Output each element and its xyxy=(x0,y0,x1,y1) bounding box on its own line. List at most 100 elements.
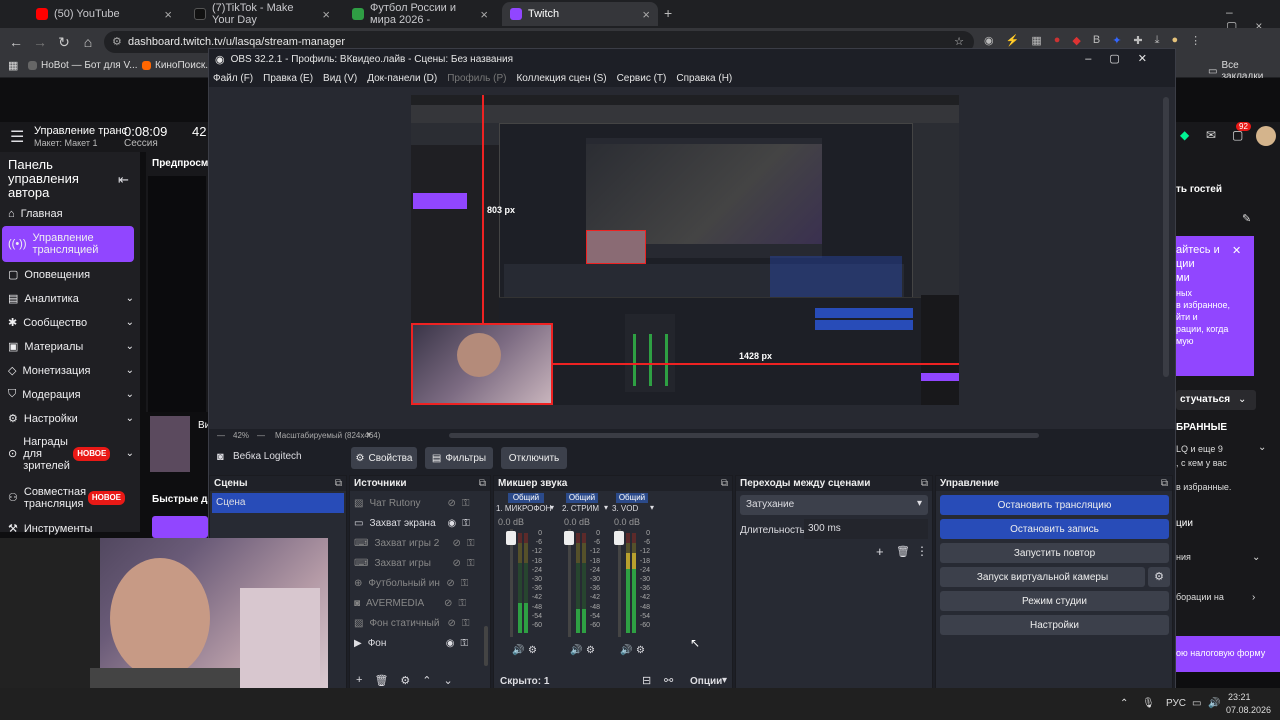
undock-icon[interactable]: ⧉ xyxy=(721,478,728,489)
eye-hidden-icon[interactable]: ⊘ xyxy=(452,558,460,569)
tab-youtube[interactable]: (50) YouTube × xyxy=(28,2,180,26)
extension-icon[interactable]: ▦ xyxy=(1031,34,1041,47)
chevron-down-icon[interactable]: ▾ xyxy=(367,430,371,439)
volume-slider-handle[interactable] xyxy=(506,531,516,545)
start-replay-button[interactable]: Запустить повтор xyxy=(940,543,1169,563)
volume-slider-handle[interactable] xyxy=(564,531,574,545)
dropdown-icon[interactable]: ▾ xyxy=(604,503,608,512)
hamburger-menu-icon[interactable]: ☰ xyxy=(10,127,24,147)
settings-button[interactable]: Настройки xyxy=(940,615,1169,635)
sidebar-item-moderation[interactable]: ⛉ Модерация ⌄ xyxy=(8,388,134,401)
tab-football[interactable]: Футбол России и мира 2026 - × xyxy=(344,2,496,26)
menu-scene-collection[interactable]: Коллекция сцен (S) xyxy=(516,73,606,84)
extension-icon[interactable]: B xyxy=(1093,34,1100,47)
scene-item[interactable]: Сцена xyxy=(212,493,344,513)
eye-hidden-icon[interactable]: ⊘ xyxy=(446,578,454,589)
volume-slider-track[interactable] xyxy=(618,529,621,637)
clock-date[interactable]: 07.08.2026 xyxy=(1226,705,1271,715)
properties-button[interactable]: ⚙ Свойства xyxy=(351,447,417,469)
lock-icon[interactable]: ⚿ xyxy=(458,598,466,609)
edit-icon[interactable]: ✎ xyxy=(1242,212,1251,225)
sources-scrollbar[interactable] xyxy=(484,626,488,666)
chevron-right-icon[interactable]: › xyxy=(1252,592,1255,603)
link-icon[interactable]: ⚯ xyxy=(664,674,673,687)
eye-hidden-icon[interactable]: ⊘ xyxy=(452,538,460,549)
eye-icon[interactable]: ◉ xyxy=(446,638,455,649)
transition-select[interactable]: Затухание ▾ xyxy=(740,495,928,515)
extension-icon[interactable]: ◆ xyxy=(1072,34,1080,47)
gear-icon[interactable]: ⚙ xyxy=(528,645,537,656)
menu-edit[interactable]: Правка (E) xyxy=(263,73,313,84)
eye-hidden-icon[interactable]: ⊘ xyxy=(444,598,452,609)
eye-hidden-icon[interactable]: ⊘ xyxy=(447,498,455,509)
lock-icon[interactable]: ⚿ xyxy=(460,638,468,649)
source-item[interactable]: ▶ Фон ◉ ⚿ xyxy=(354,633,480,653)
sidebar-item-stream-manager[interactable]: ((•)) Управление трансляцией xyxy=(2,226,134,262)
trash-icon[interactable]: 🗑 xyxy=(374,674,388,687)
speaker-icon[interactable]: 🔊 xyxy=(512,645,524,656)
sidebar-item-home[interactable]: ⌂ Главная xyxy=(8,208,134,220)
eye-icon[interactable]: ◉ xyxy=(447,518,456,529)
source-item[interactable]: ⊕ Футбольный ин ⊘ ⚿ xyxy=(354,573,480,593)
start-virtual-camera-button[interactable]: Запуск виртуальной камеры xyxy=(940,567,1145,587)
download-icon[interactable]: ⤓ xyxy=(1155,34,1160,47)
gear-icon[interactable]: ⚙ xyxy=(636,645,645,656)
sidebar-item-monetization[interactable]: ◇ Монетизация ⌄ xyxy=(8,364,134,378)
sidebar-item-tools[interactable]: ⚒ Инструменты xyxy=(8,522,134,536)
speaker-icon[interactable]: 🔊 xyxy=(620,645,632,656)
horizontal-scrollbar[interactable] xyxy=(449,433,1039,438)
undock-icon[interactable]: ⧉ xyxy=(335,478,342,489)
menu-profile[interactable]: Профиль (P) xyxy=(447,73,506,84)
bookmark-kinopoisk[interactable]: КиноПоиск.ru xyxy=(142,60,217,71)
clock-time[interactable]: 23:21 xyxy=(1228,692,1251,702)
extension-icon[interactable]: ⚡ xyxy=(1006,34,1020,47)
microphone-icon[interactable]: 🎙 xyxy=(1142,698,1155,709)
close-icon[interactable]: × xyxy=(322,7,330,22)
apps-icon[interactable]: ▦ xyxy=(8,59,18,72)
undock-icon[interactable]: ⧉ xyxy=(479,478,486,489)
lock-icon[interactable]: ⚿ xyxy=(467,558,475,569)
menu-file[interactable]: Файл (F) xyxy=(213,73,253,84)
channel-name[interactable]: 1. МИКРОФОН xyxy=(496,504,551,513)
tab-tiktok[interactable]: (7)TikTok - Make Your Day × xyxy=(186,2,338,26)
channel-name[interactable]: 3. VOD xyxy=(612,504,638,513)
more-icon[interactable]: ⋮ xyxy=(916,544,928,558)
extension-icon[interactable]: ● xyxy=(1054,34,1061,47)
deactivate-button[interactable]: Отключить xyxy=(501,447,567,469)
menu-icon[interactable]: ⋮ xyxy=(1190,34,1201,47)
trash-icon[interactable]: 🗑 xyxy=(896,545,910,558)
options-button[interactable]: Опции xyxy=(690,676,722,687)
site-info-icon[interactable]: ⚙ xyxy=(112,31,122,53)
close-icon[interactable]: × xyxy=(480,7,488,22)
preview-scrollbar[interactable] xyxy=(1163,97,1169,377)
undock-icon[interactable]: ⧉ xyxy=(921,478,928,489)
bits-icon[interactable]: ◆ xyxy=(1180,128,1189,142)
chevron-down-icon[interactable]: ▾ xyxy=(722,675,727,686)
chevron-down-icon[interactable]: ⌄ xyxy=(1258,442,1266,453)
obs-window-controls[interactable]: –▢✕ xyxy=(1085,52,1165,65)
sidebar-item-alerts[interactable]: ▢ Оповещения xyxy=(8,268,134,282)
bookmark-hobot[interactable]: HoBot — Бот для V... xyxy=(28,60,138,71)
tray-chevron-icon[interactable]: ⌃ xyxy=(1120,698,1128,709)
close-icon[interactable]: × xyxy=(642,7,650,22)
extension-icon[interactable]: ◉ xyxy=(984,34,994,47)
volume-icon[interactable]: 🔊 xyxy=(1208,698,1220,709)
chevron-down-icon[interactable]: ⌄ xyxy=(1238,394,1246,405)
new-tab-icon[interactable]: + xyxy=(664,5,672,21)
forward-icon[interactable]: → xyxy=(28,34,52,50)
filters-button[interactable]: ▤ Фильтры xyxy=(425,447,493,469)
close-icon[interactable]: ✕ xyxy=(1232,244,1241,257)
obs-preview[interactable]: 803 px 1428 px xyxy=(209,87,1175,429)
move-up-icon[interactable]: ⌃ xyxy=(422,674,431,687)
stop-streaming-button[interactable]: Остановить трансляцию xyxy=(940,495,1169,515)
tab-twitch[interactable]: Twitch × xyxy=(502,2,658,26)
zoom-out-icon[interactable]: — xyxy=(217,431,225,440)
back-icon[interactable]: ← xyxy=(4,34,28,50)
selected-source-bounds[interactable] xyxy=(411,323,553,405)
sidebar-item-settings[interactable]: ⚙ Настройки ⌄ xyxy=(8,412,134,426)
menu-view[interactable]: Вид (V) xyxy=(323,73,357,84)
layout-label[interactable]: Макет: Макет 1 xyxy=(34,138,97,148)
source-item[interactable]: ◙ AVERMEDIA ⊘ ⚿ xyxy=(354,593,480,613)
menu-help[interactable]: Справка (H) xyxy=(676,73,732,84)
volume-slider-track[interactable] xyxy=(568,529,571,637)
